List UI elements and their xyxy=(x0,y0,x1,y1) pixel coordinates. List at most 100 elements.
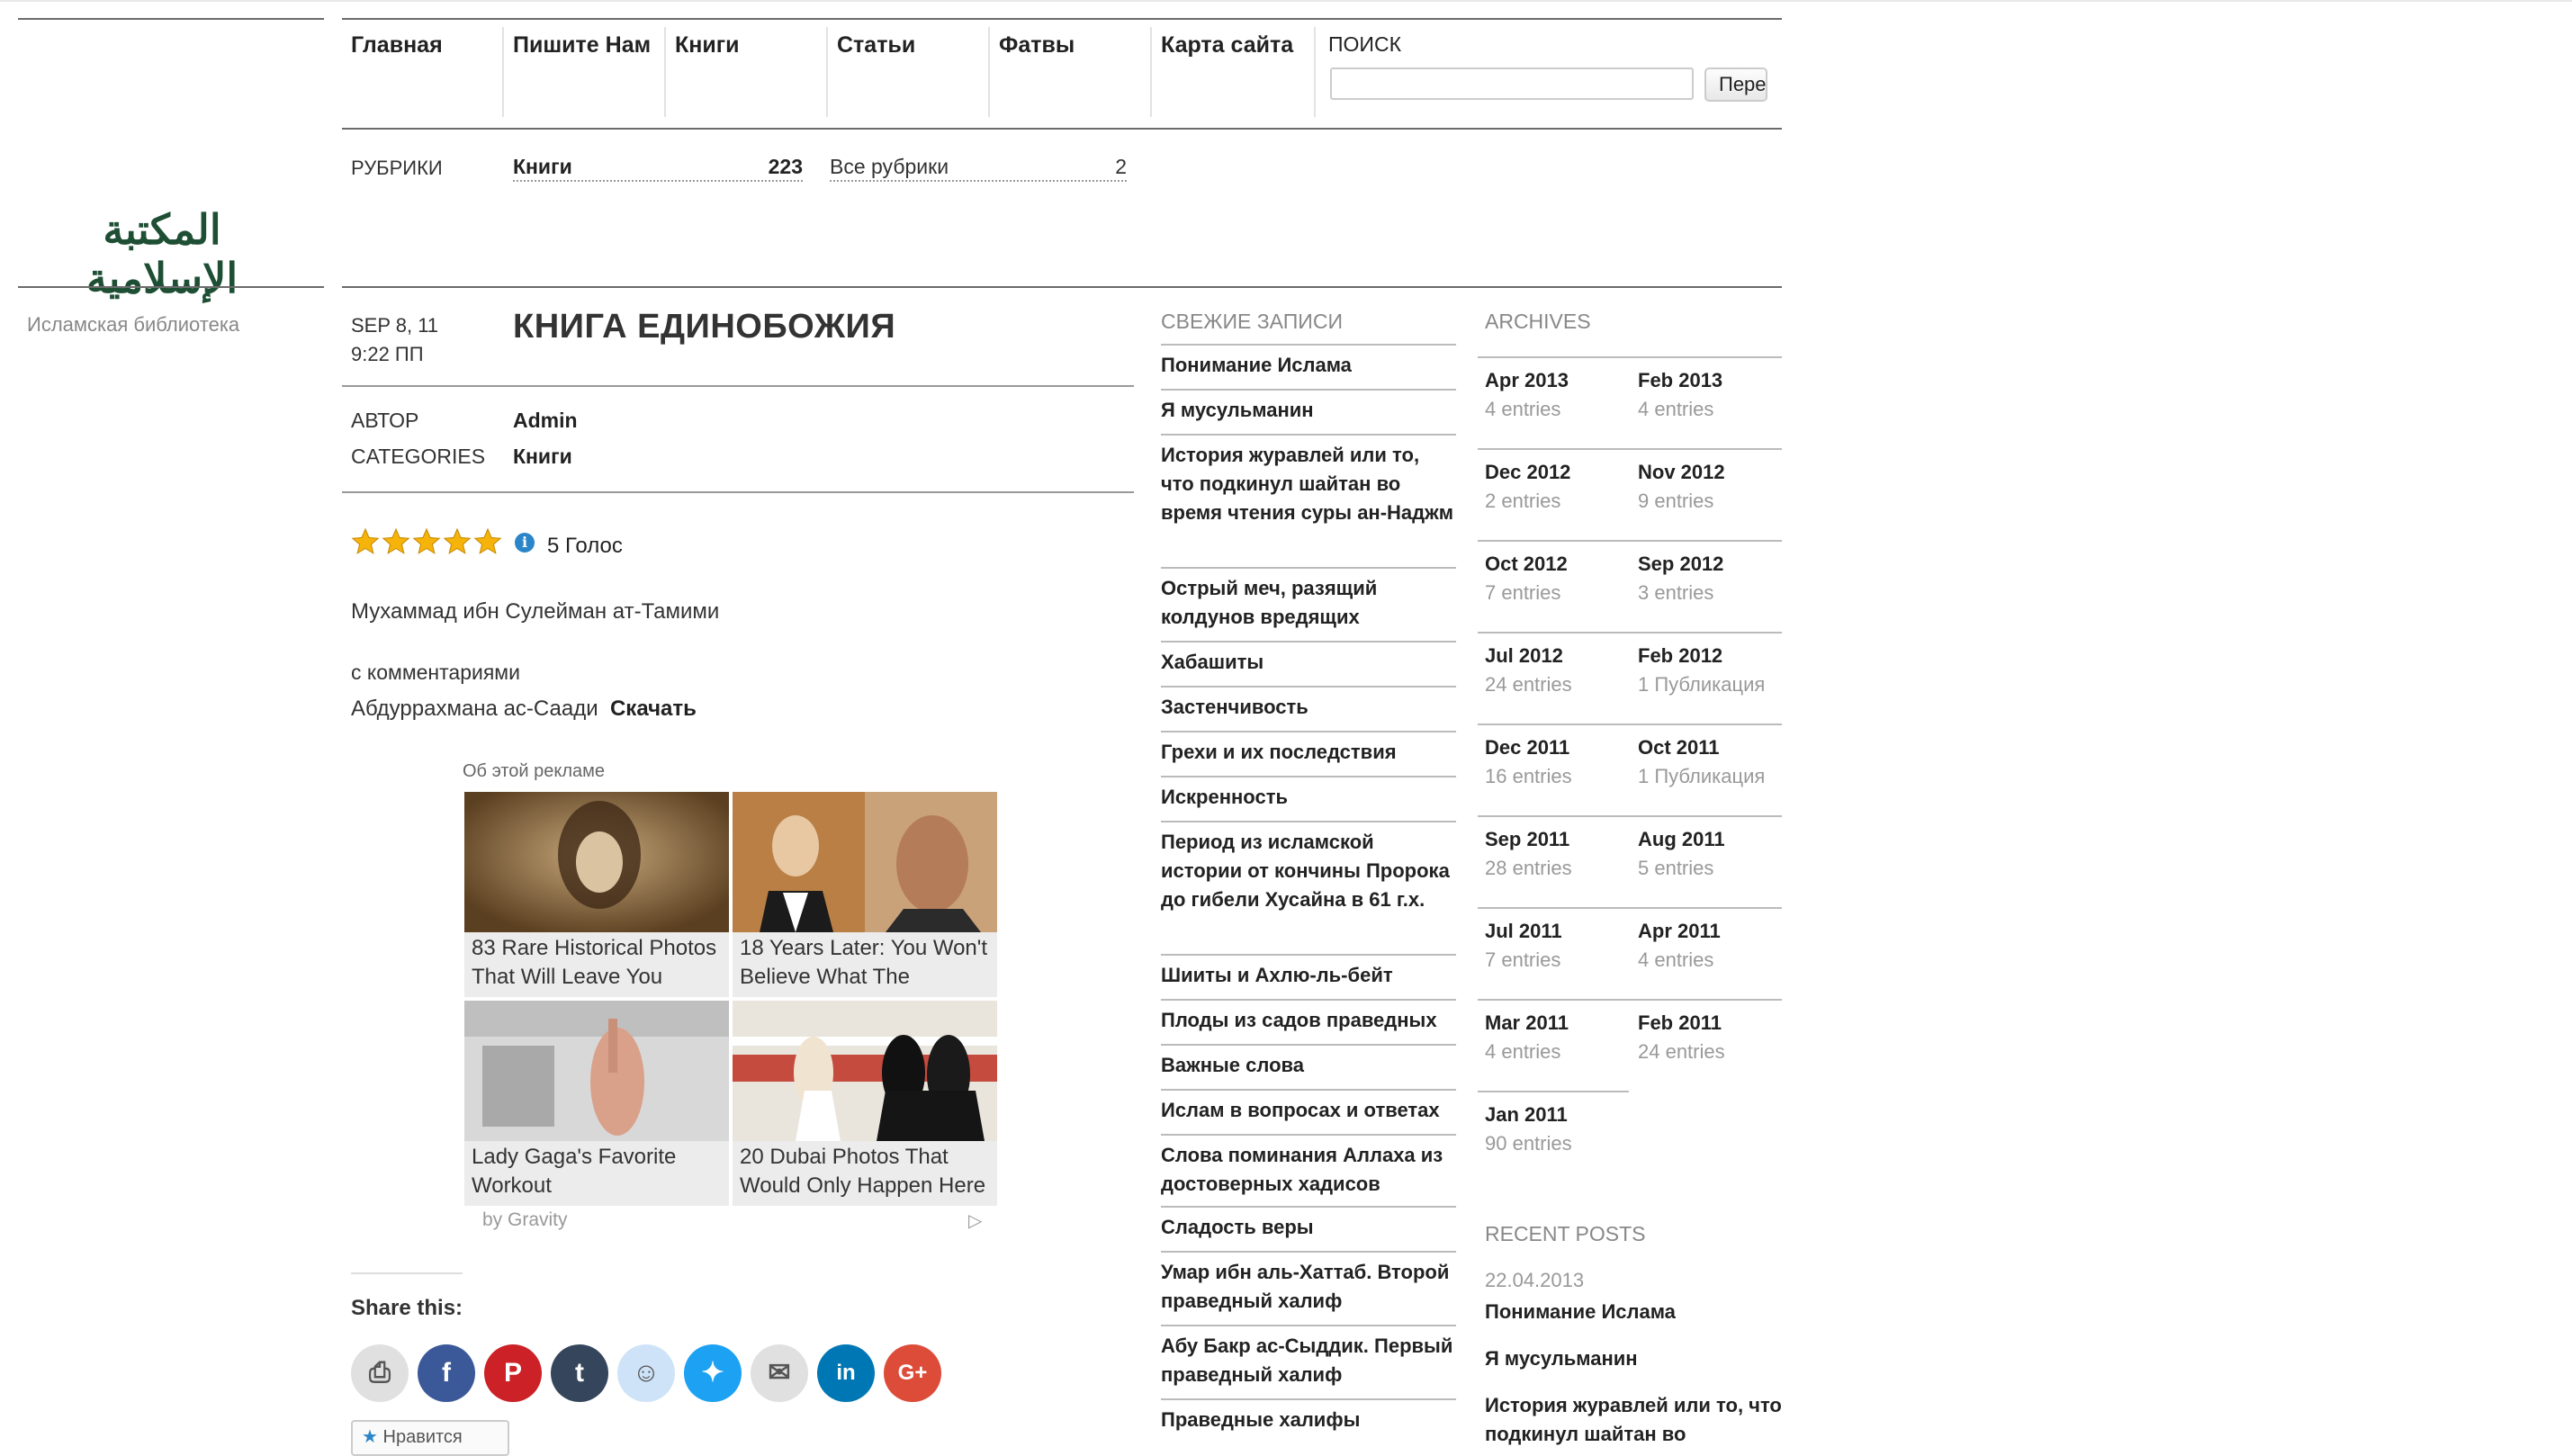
ad-card[interactable]: 20 Dubai Photos That Would Only Happen H… xyxy=(733,1001,997,1206)
archive-count: 16 entries xyxy=(1485,765,1572,787)
share-print-button[interactable]: ⎙ xyxy=(351,1344,409,1402)
archive-month-link[interactable]: Jan 2011 xyxy=(1485,1103,1568,1127)
post-title: КНИГА ЕДИНОБОЖИЯ xyxy=(513,308,896,346)
star-icon[interactable] xyxy=(382,527,410,556)
archive-count: 28 entries xyxy=(1485,857,1572,879)
ad-about-link[interactable]: Об этой рекламе xyxy=(463,761,605,782)
fresh-post-link[interactable]: Слова поминания Аллаха из достоверных ха… xyxy=(1161,1134,1456,1199)
share-email-button[interactable]: ✉ xyxy=(751,1344,808,1402)
fresh-post-link[interactable]: Я мусульманин xyxy=(1161,389,1456,425)
nav-separator xyxy=(826,27,828,117)
fresh-post-link[interactable]: Хабашиты xyxy=(1161,641,1456,677)
archive-month-link[interactable]: Jul 2011 xyxy=(1485,920,1562,943)
archive-month-link[interactable]: Sep 2011 xyxy=(1485,828,1569,851)
fresh-post-link[interactable]: Умар ибн аль-Хаттаб. Второй праведный ха… xyxy=(1161,1251,1456,1316)
rating-stars[interactable] xyxy=(351,527,504,561)
like-button[interactable]: ★ Нравится xyxy=(351,1420,509,1456)
share-facebook-button[interactable]: f xyxy=(418,1344,475,1402)
fresh-posts-heading: СВЕЖИЕ ЗАПИСИ xyxy=(1161,310,1343,333)
nav-item-4[interactable]: Фатвы xyxy=(999,32,1075,58)
nav-item-1[interactable]: Пишите Нам xyxy=(513,32,651,58)
archive-month-link[interactable]: Apr 2011 xyxy=(1638,920,1721,943)
ad-caption: 20 Dubai Photos That Would Only Happen H… xyxy=(740,1145,986,1198)
fresh-post-link[interactable]: Грехи и их последствия xyxy=(1161,731,1456,767)
archive-month-link[interactable]: Jul 2012 xyxy=(1485,644,1563,668)
recent-post-link[interactable]: История журавлей или то, что подкинул ша… xyxy=(1485,1391,1782,1449)
share-reddit-button[interactable]: ☺ xyxy=(617,1344,675,1402)
rubric-books[interactable]: Книги 223 xyxy=(513,155,803,182)
archive-month-link[interactable]: Feb 2013 xyxy=(1638,369,1722,392)
fresh-post-link[interactable]: Ислам в вопросах и ответах xyxy=(1161,1089,1456,1125)
commentator-name: Абдуррахмана ас-Саади xyxy=(351,697,598,721)
archive-row-rule xyxy=(1478,724,1782,725)
search-input[interactable] xyxy=(1330,67,1694,100)
archive-month-link[interactable]: Oct 2012 xyxy=(1485,553,1568,576)
left-logo-rule xyxy=(18,286,324,288)
archive-row-rule xyxy=(1478,815,1782,817)
recent-post-link[interactable]: Я мусульманин xyxy=(1485,1344,1782,1373)
archive-count: 1 Публикация xyxy=(1638,765,1766,787)
share-pinterest-button[interactable]: P xyxy=(484,1344,542,1402)
ad-caption: 83 Rare Historical Photos That Will Leav… xyxy=(472,936,717,989)
search-button[interactable]: Пере xyxy=(1704,67,1767,102)
archive-month-link[interactable]: Nov 2012 xyxy=(1638,461,1725,484)
star-icon[interactable] xyxy=(351,527,380,556)
category-link[interactable]: Книги xyxy=(513,445,572,469)
ad-provider[interactable]: by Gravity xyxy=(482,1209,568,1231)
archive-month-link[interactable]: Mar 2011 xyxy=(1485,1011,1569,1035)
archive-month-link[interactable]: Feb 2011 xyxy=(1638,1011,1722,1035)
fresh-post-link[interactable]: Праведные халифы xyxy=(1161,1398,1456,1434)
archive-month-link[interactable]: Oct 2011 xyxy=(1638,736,1720,759)
star-icon[interactable] xyxy=(473,527,502,556)
download-link[interactable]: Скачать xyxy=(610,697,697,721)
fresh-post-link[interactable]: История журавлей или то, что подкинул ша… xyxy=(1161,434,1456,527)
fresh-post-link[interactable]: Плоды из садов праведных xyxy=(1161,999,1456,1035)
fresh-post-link[interactable]: Искренность xyxy=(1161,776,1456,812)
fresh-post-link[interactable]: Период из исламской истории от кончины П… xyxy=(1161,821,1456,914)
ad-card[interactable]: 83 Rare Historical Photos That Will Leav… xyxy=(464,792,729,997)
rubric-all[interactable]: Все рубрики 2 xyxy=(830,155,1127,182)
archive-month-link[interactable]: Apr 2013 xyxy=(1485,369,1569,392)
fresh-post-link[interactable]: Абу Бакр ас-Сыддик. Первый праведный хал… xyxy=(1161,1325,1456,1389)
archive-row-rule xyxy=(1478,356,1782,358)
fresh-post-link[interactable]: Острый меч, разящий колдунов вредящих xyxy=(1161,567,1456,632)
adchoices-icon[interactable]: ▷ xyxy=(968,1209,982,1232)
google-plus-icon: G+ xyxy=(897,1361,928,1385)
site-description: Исламская библиотека xyxy=(27,313,240,336)
ad-card[interactable]: 18 Years Later: You Won't Believe What T… xyxy=(733,792,997,997)
nav-item-2[interactable]: Книги xyxy=(675,32,740,58)
ad-card[interactable]: Lady Gaga's Favorite Workout xyxy=(464,1001,729,1206)
archive-month-link[interactable]: Aug 2011 xyxy=(1638,828,1725,851)
fresh-post-link[interactable]: Шииты и Ахлю-ль-бейт xyxy=(1161,954,1456,990)
archive-month-link[interactable]: Sep 2012 xyxy=(1638,553,1723,576)
info-icon[interactable]: i xyxy=(515,533,535,553)
fresh-post-link[interactable]: Важные слова xyxy=(1161,1044,1456,1080)
recent-post-link[interactable]: Понимание Ислама xyxy=(1485,1298,1782,1326)
star-icon[interactable] xyxy=(412,527,441,556)
author-link[interactable]: Admin xyxy=(513,409,578,433)
share-google-plus-button[interactable]: G+ xyxy=(884,1344,941,1402)
share-tumblr-button[interactable]: t xyxy=(551,1344,608,1402)
fresh-post-link[interactable]: Понимание Ислама xyxy=(1161,344,1456,380)
nav-item-0[interactable]: Главная xyxy=(351,32,443,58)
archive-month-link[interactable]: Dec 2011 xyxy=(1485,736,1569,759)
reddit-icon: ☺ xyxy=(632,1358,661,1388)
share-twitter-button[interactable]: ✦ xyxy=(684,1344,742,1402)
share-linkedin-button[interactable]: in xyxy=(817,1344,875,1402)
star-icon: ★ xyxy=(362,1427,378,1447)
content-top-rule xyxy=(342,286,1782,288)
nav-item-5[interactable]: Карта сайта xyxy=(1161,32,1293,58)
left-top-rule xyxy=(18,18,324,20)
archive-month-link[interactable]: Feb 2012 xyxy=(1638,644,1722,668)
recent-posts-heading: RECENT POSTS xyxy=(1485,1222,1646,1245)
rubric-name: Все рубрики xyxy=(830,155,949,178)
search-label: ПОИСК xyxy=(1328,32,1401,56)
star-icon[interactable] xyxy=(443,527,472,556)
archive-row-rule xyxy=(1478,632,1782,634)
fresh-post-link[interactable]: Застенчивость xyxy=(1161,686,1456,722)
nav-item-3[interactable]: Статьи xyxy=(837,32,915,58)
archive-month-link[interactable]: Dec 2012 xyxy=(1485,461,1570,484)
fresh-post-link[interactable]: Сладость веры xyxy=(1161,1206,1456,1242)
author-label: АВТОР xyxy=(351,409,419,432)
post-date-day: SEP 8, 11 xyxy=(351,314,439,337)
